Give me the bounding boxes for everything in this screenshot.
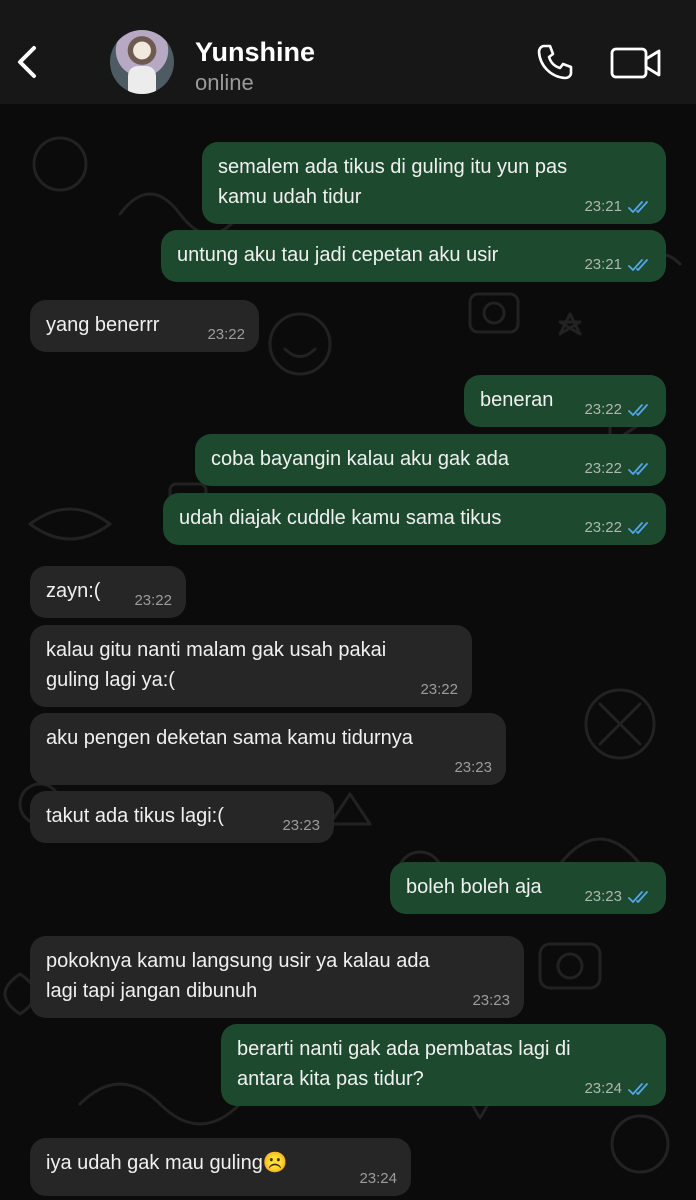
message-meta: 23:22 — [134, 592, 172, 610]
outgoing-message[interactable]: berarti nanti gak ada pembatas lagi di a… — [221, 1024, 666, 1106]
message-meta: 23:22 — [584, 519, 652, 537]
contact-status: online — [195, 70, 254, 95]
message-meta: 23:21 — [584, 198, 652, 216]
double-check-icon — [628, 891, 648, 903]
video-camera-icon[interactable] — [610, 46, 662, 80]
message-meta: 23:23 — [584, 888, 652, 906]
message-meta: 23:22 — [584, 460, 652, 478]
message-time: 23:21 — [584, 198, 622, 215]
message-text: iya udah gak mau guling☹️ — [46, 1152, 288, 1174]
outgoing-message[interactable]: udah diajak cuddle kamu sama tikus 23:22 — [163, 493, 666, 545]
incoming-message[interactable]: kalau gitu nanti malam gak usah pakai gu… — [30, 625, 472, 707]
message-time: 23:22 — [584, 460, 622, 477]
message-text: untung aku tau jadi cepetan aku usir — [177, 244, 499, 266]
message-time: 23:23 — [472, 992, 510, 1009]
message-meta: 23:23 — [472, 992, 510, 1010]
contact-name[interactable]: Yunshine — [195, 37, 315, 68]
message-text: aku pengen deketan sama kamu tidurnya — [46, 727, 413, 749]
outgoing-message[interactable]: beneran 23:22 — [464, 375, 666, 427]
incoming-message[interactable]: takut ada tikus lagi:( 23:23 — [30, 791, 334, 843]
incoming-message[interactable]: pokoknya kamu langsung usir ya kalau ada… — [30, 936, 524, 1018]
double-check-icon — [628, 463, 648, 475]
message-meta: 23:22 — [420, 681, 458, 699]
outgoing-message[interactable]: semalem ada tikus di guling itu yun pas … — [202, 142, 666, 224]
incoming-message[interactable]: yang benerrr 23:22 — [30, 300, 259, 352]
message-meta: 23:24 — [584, 1080, 652, 1098]
incoming-message[interactable]: iya udah gak mau guling☹️ 23:24 — [30, 1138, 411, 1196]
double-check-icon — [628, 259, 648, 271]
message-time: 23:21 — [584, 256, 622, 273]
double-check-icon — [628, 1083, 648, 1095]
chat-header: Yunshine online — [0, 0, 696, 104]
message-meta: 23:24 — [359, 1170, 397, 1188]
avatar[interactable] — [110, 30, 174, 94]
message-time: 23:23 — [282, 817, 320, 834]
outgoing-message[interactable]: untung aku tau jadi cepetan aku usir 23:2… — [161, 230, 666, 282]
message-time: 23:22 — [207, 326, 245, 343]
message-meta: 23:23 — [454, 759, 492, 777]
message-time: 23:24 — [584, 1080, 622, 1097]
message-time: 23:23 — [584, 888, 622, 905]
outgoing-message[interactable]: coba bayangin kalau aku gak ada 23:22 — [195, 434, 666, 486]
message-time: 23:22 — [584, 519, 622, 536]
message-text: takut ada tikus lagi:( — [46, 805, 224, 827]
message-time: 23:22 — [134, 592, 172, 609]
message-time: 23:22 — [584, 401, 622, 418]
double-check-icon — [628, 404, 648, 416]
message-time: 23:24 — [359, 1170, 397, 1187]
chat-area[interactable]: semalem ada tikus di guling itu yun pas … — [0, 104, 696, 1200]
message-meta: 23:22 — [584, 401, 652, 419]
message-meta: 23:23 — [282, 817, 320, 835]
message-meta: 23:22 — [207, 326, 245, 344]
incoming-message[interactable]: aku pengen deketan sama kamu tidurnya 23:… — [30, 713, 506, 785]
double-check-icon — [628, 522, 648, 534]
message-meta: 23:21 — [584, 256, 652, 274]
incoming-message[interactable]: zayn:(23:22 — [30, 566, 186, 618]
message-text: kalau gitu nanti malam gak usah pakai gu… — [46, 639, 387, 691]
outgoing-message[interactable]: boleh boleh aja 23:23 — [390, 862, 666, 914]
chevron-left-icon[interactable] — [14, 44, 42, 80]
message-time: 23:23 — [454, 759, 492, 776]
double-check-icon — [628, 201, 648, 213]
message-text: udah diajak cuddle kamu sama tikus — [179, 507, 502, 529]
message-text: pokoknya kamu langsung usir ya kalau ada… — [46, 950, 430, 1002]
message-time: 23:22 — [420, 681, 458, 698]
phone-icon[interactable] — [535, 42, 575, 82]
